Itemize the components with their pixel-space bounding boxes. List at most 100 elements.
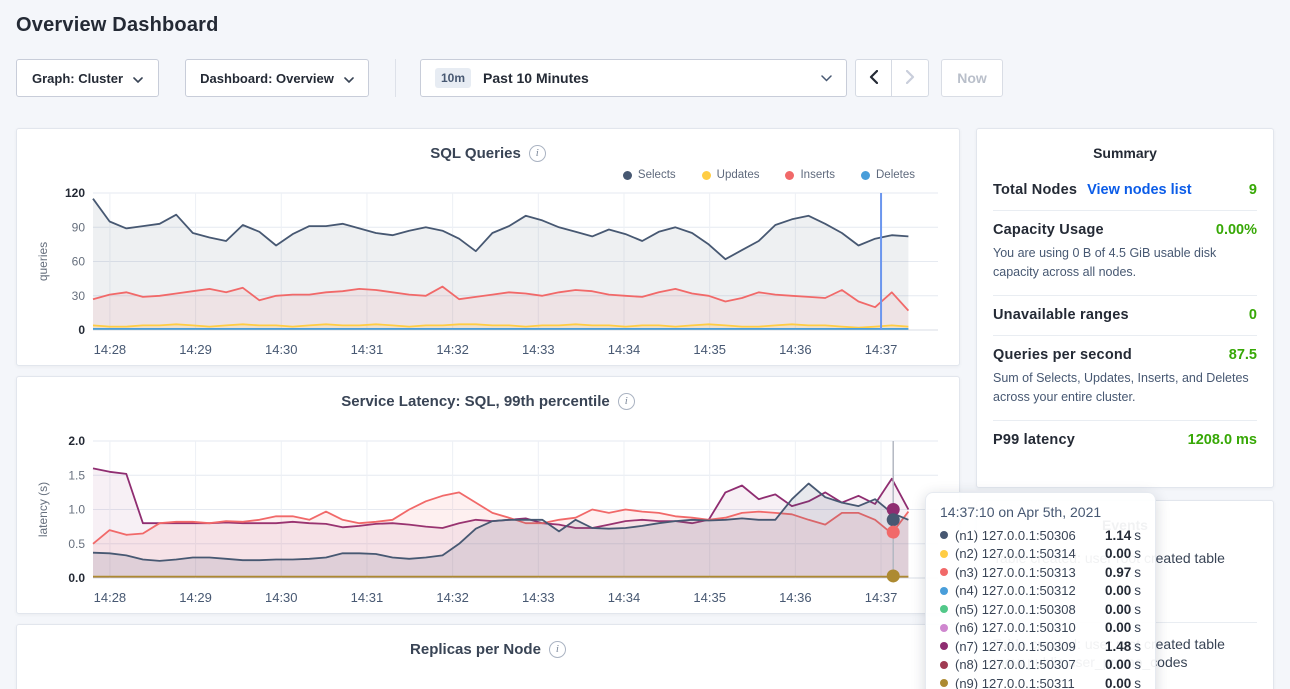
node-address: (n8) 127.0.0.1:50307: [955, 657, 1076, 672]
summary-row-unavailable-ranges: Unavailable ranges 0: [993, 295, 1257, 335]
legend-label: Deletes: [876, 169, 915, 181]
node-latency-value: 0.00s: [1105, 546, 1141, 561]
page-title: Overview Dashboard: [16, 14, 1274, 37]
dashboard-dropdown[interactable]: Dashboard: Overview: [185, 59, 369, 97]
hover-point: [887, 569, 900, 582]
y-tick-label: 2.0: [68, 434, 85, 448]
charts-column: SQL Queries Selects Updates Inserts: [16, 128, 960, 689]
legend-label: Inserts: [800, 169, 835, 181]
dashboard-dropdown-label: Dashboard: Overview: [200, 71, 334, 86]
now-button[interactable]: Now: [941, 59, 1003, 97]
time-window-badge: 10m: [435, 68, 471, 88]
y-tick-label: 1.5: [68, 468, 85, 482]
controls-divider: [395, 59, 396, 97]
sql-queries-chart-card: SQL Queries Selects Updates Inserts: [16, 128, 960, 366]
legend-item[interactable]: Selects: [623, 169, 676, 181]
graph-dropdown[interactable]: Graph: Cluster: [16, 59, 159, 97]
y-tick-label: 120: [65, 186, 85, 200]
x-tick-label: 14:34: [608, 342, 641, 357]
view-nodes-list-link[interactable]: View nodes list: [1087, 182, 1192, 198]
summary-panel: Summary Total Nodes View nodes list 9 Ca…: [976, 128, 1274, 488]
legend-label: Selects: [638, 169, 676, 181]
y-tick-label: 0.5: [68, 537, 85, 551]
sql-queries-legend: Selects Updates Inserts Deletes: [33, 165, 943, 185]
time-window-picker[interactable]: 10m Past 10 Minutes: [420, 59, 847, 97]
node-latency-value: 0.00s: [1105, 676, 1141, 689]
p99-latency-label: P99 latency: [993, 432, 1075, 448]
x-tick-label: 14:35: [693, 590, 726, 605]
node-color-dot-icon: [940, 550, 948, 558]
y-tick-label: 60: [72, 255, 86, 269]
info-icon[interactable]: [549, 641, 566, 658]
chevron-down-icon: [821, 69, 832, 87]
chevron-down-icon: [344, 71, 354, 86]
replicas-per-node-chart-card: Replicas per Node: [16, 624, 960, 689]
capacity-usage-description: You are using 0 B of 4.5 GiB usable disk…: [993, 244, 1257, 283]
p99-latency-value: 1208.0 ms: [1188, 432, 1257, 448]
x-tick-label: 14:32: [436, 342, 469, 357]
y-axis-label: latency (s): [36, 482, 50, 537]
controls-bar: Graph: Cluster Dashboard: Overview 10m P…: [16, 59, 1274, 97]
legend-dot-icon: [861, 171, 870, 180]
spacer: [33, 413, 943, 433]
x-tick-label: 14:34: [608, 590, 641, 605]
tooltip-node-row: (n3) 127.0.0.1:50313 0.97s: [940, 563, 1141, 582]
node-color-dot-icon: [940, 587, 948, 595]
x-tick-label: 14:33: [522, 590, 555, 605]
legend-item[interactable]: Inserts: [785, 169, 835, 181]
x-tick-label: 14:29: [179, 342, 212, 357]
hover-point: [887, 513, 900, 526]
tooltip-node-row: (n5) 127.0.0.1:50308 0.00s: [940, 600, 1141, 619]
unavailable-ranges-value: 0: [1249, 307, 1257, 323]
legend-dot-icon: [785, 171, 794, 180]
info-icon[interactable]: [529, 145, 546, 162]
node-color-dot-icon: [940, 679, 948, 687]
node-latency-value: 0.00s: [1105, 657, 1141, 672]
legend-item[interactable]: Updates: [702, 169, 760, 181]
legend-item[interactable]: Deletes: [861, 169, 915, 181]
legend-dot-icon: [623, 171, 632, 180]
tooltip-node-row: (n6) 127.0.0.1:50310 0.00s: [940, 619, 1141, 638]
chevron-down-icon: [133, 71, 143, 86]
sql-queries-chart-canvas[interactable]: 14:2814:2914:3014:3114:3214:3314:3414:35…: [33, 185, 945, 359]
chart-hover-tooltip: 14:37:10 on Apr 5th, 2021 (n1) 127.0.0.1…: [925, 492, 1156, 689]
node-latency-value: 0.00s: [1105, 583, 1141, 598]
time-back-button[interactable]: [855, 59, 892, 97]
node-address: (n3) 127.0.0.1:50313: [955, 565, 1076, 580]
y-tick-label: 0: [78, 323, 85, 337]
node-color-dot-icon: [940, 642, 948, 650]
node-address: (n4) 127.0.0.1:50312: [955, 583, 1076, 598]
summary-row-total-nodes: Total Nodes View nodes list 9: [993, 171, 1257, 210]
time-forward-button-disabled[interactable]: [892, 59, 929, 97]
x-tick-label: 14:28: [94, 590, 127, 605]
legend-dot-icon: [702, 171, 711, 180]
x-tick-label: 14:30: [265, 590, 298, 605]
node-color-dot-icon: [940, 605, 948, 613]
tooltip-timestamp: 14:37:10 on Apr 5th, 2021: [940, 504, 1141, 520]
queries-per-second-value: 87.5: [1229, 347, 1257, 363]
info-icon[interactable]: [618, 393, 635, 410]
x-tick-label: 14:35: [693, 342, 726, 357]
tooltip-node-row: (n4) 127.0.0.1:50312 0.00s: [940, 582, 1141, 601]
chevron-right-icon: [906, 70, 915, 87]
x-tick-label: 14:31: [351, 590, 384, 605]
node-address: (n2) 127.0.0.1:50314: [955, 546, 1076, 561]
legend-label: Updates: [717, 169, 760, 181]
node-color-dot-icon: [940, 624, 948, 632]
node-color-dot-icon: [940, 661, 948, 669]
hover-point: [887, 526, 900, 539]
y-tick-label: 0.0: [68, 571, 85, 585]
x-tick-label: 14:37: [865, 590, 898, 605]
x-tick-label: 14:31: [351, 342, 384, 357]
service-latency-chart-canvas[interactable]: 14:2814:2914:3014:3114:3214:3314:3414:35…: [33, 433, 945, 607]
node-latency-value: 0.00s: [1105, 620, 1141, 635]
node-address: (n9) 127.0.0.1:50311: [955, 676, 1075, 689]
total-nodes-value: 9: [1249, 182, 1257, 198]
x-tick-label: 14:29: [179, 590, 212, 605]
capacity-usage-label: Capacity Usage: [993, 222, 1104, 238]
node-color-dot-icon: [940, 531, 948, 539]
y-tick-label: 90: [72, 220, 86, 234]
queries-per-second-description: Sum of Selects, Updates, Inserts, and De…: [993, 369, 1257, 408]
tooltip-node-row: (n1) 127.0.0.1:50306 1.14s: [940, 526, 1141, 545]
node-address: (n7) 127.0.0.1:50309: [955, 639, 1076, 654]
